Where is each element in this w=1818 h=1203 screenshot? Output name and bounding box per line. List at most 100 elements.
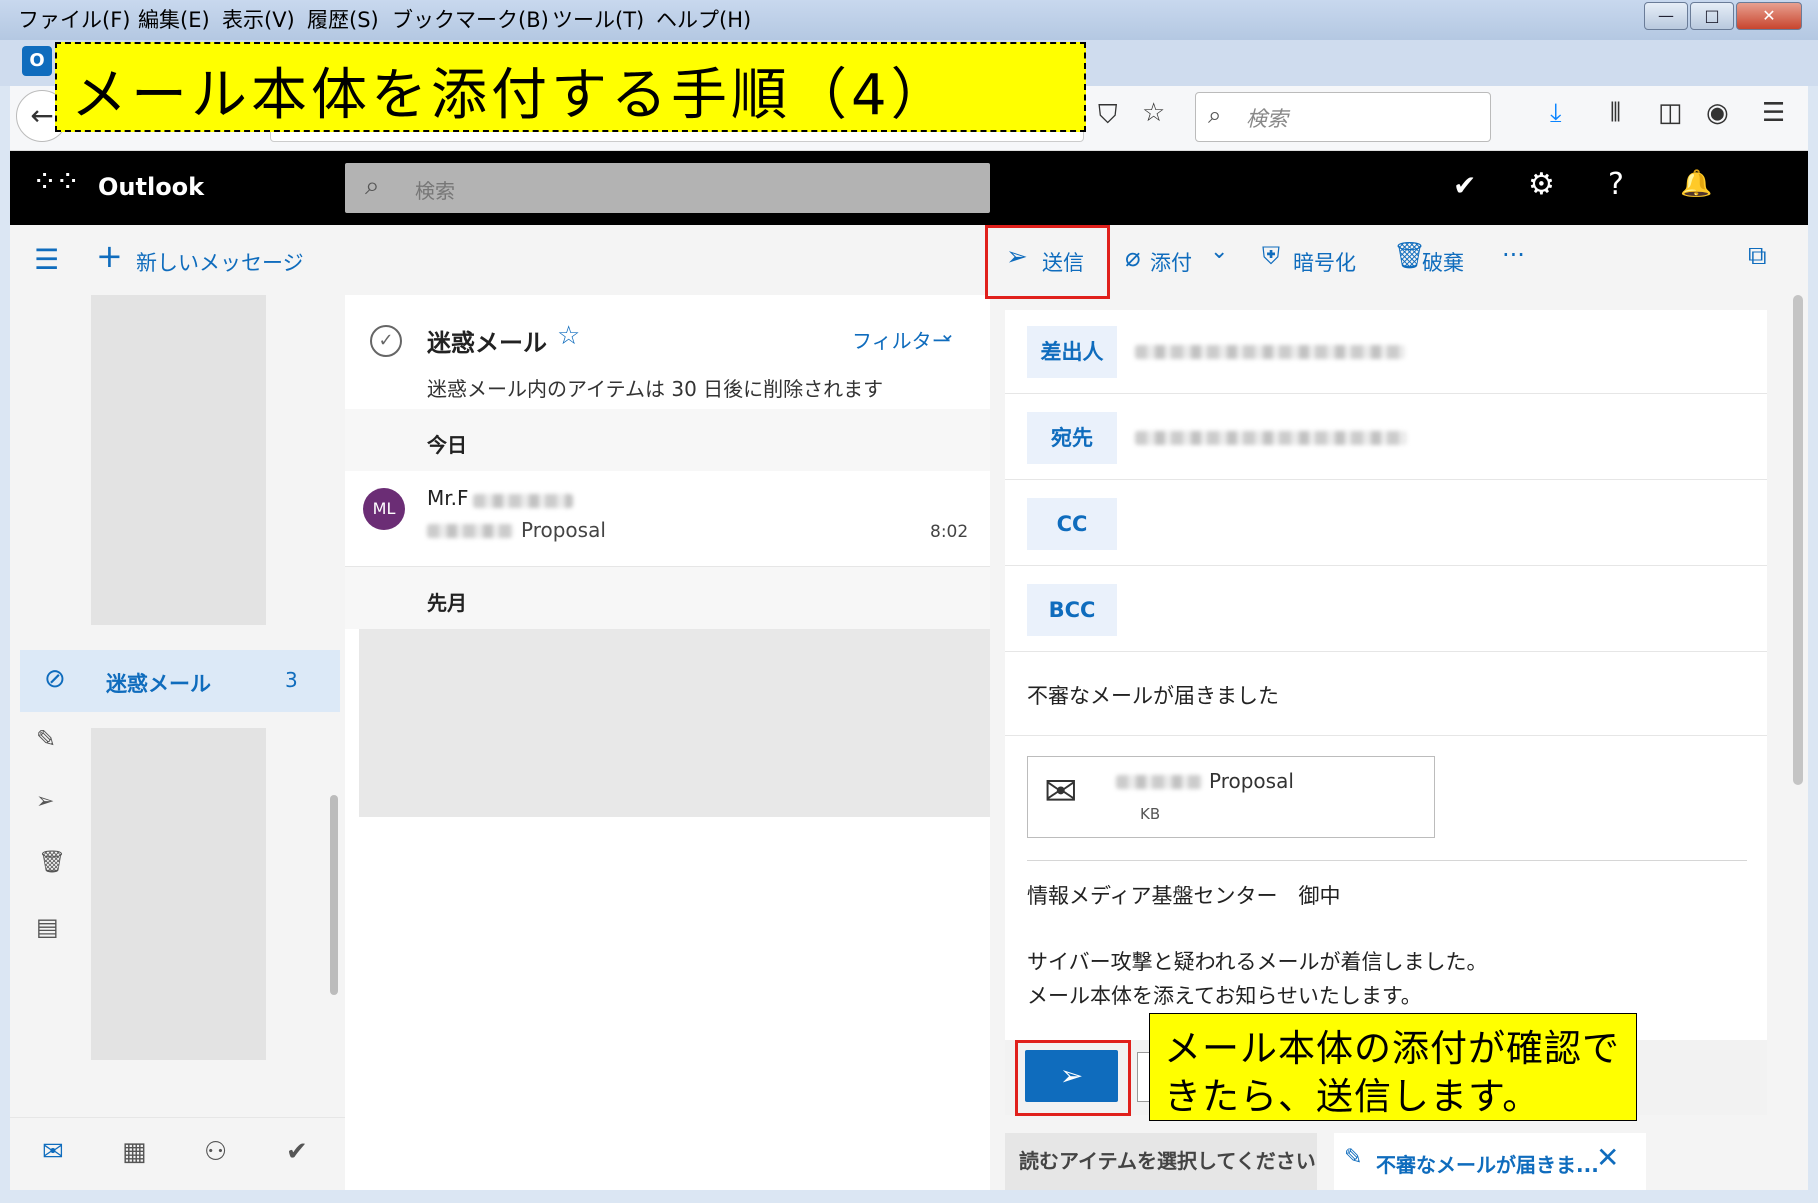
maximize-icon[interactable]: □ <box>1690 2 1734 30</box>
new-message-button[interactable]: 新しいメッセージ <box>136 247 304 277</box>
todo-icon[interactable]: ✔ <box>286 1137 308 1167</box>
menu-bar: ファイル(F) 編集(E) 表示(V) 履歴(S) ブックマーク(B) ツール(… <box>0 0 1818 40</box>
divider <box>1005 479 1767 480</box>
encrypt-button[interactable]: 暗号化 <box>1293 247 1356 277</box>
archive-icon[interactable]: ▤ <box>36 913 59 941</box>
people-icon[interactable]: ⚇ <box>204 1137 227 1167</box>
window-controls: — □ ✕ <box>1644 2 1802 32</box>
paperclip-icon: ⌀ <box>1125 243 1141 273</box>
outlook-tab-icon[interactable]: O <box>22 46 52 76</box>
outlook-brand: Outlook <box>98 173 205 201</box>
filter-button[interactable]: フィルター <box>852 325 952 354</box>
callout-note-line2: きたら、送信します。 <box>1164 1075 1541 1118</box>
nav-toggle-icon[interactable]: ☰ <box>34 243 59 276</box>
drafts-pencil-icon[interactable]: ✎ <box>36 725 56 753</box>
attachment-name: Proposal <box>1209 769 1294 793</box>
deleted-trash-icon[interactable]: 🗑 <box>38 850 66 875</box>
bookmark-star-icon[interactable]: ☆ <box>1142 98 1165 128</box>
download-icon[interactable]: ⤓ <box>1550 98 1562 129</box>
discard-button[interactable]: 破棄 <box>1422 247 1464 277</box>
command-bar: ☰ + 新しいメッセージ ➢ 送信 ⌀ 添付 ⌄ ⛨ 暗号化 🗑 破棄 ··· … <box>10 225 1808 295</box>
messages-placeholder <box>359 629 991 817</box>
pocket-icon[interactable]: ⛉ <box>1098 100 1118 131</box>
redacted-to <box>1135 431 1407 445</box>
attachment-size: KB <box>1140 805 1161 823</box>
menu-history[interactable]: 履歴(S) <box>307 4 379 34</box>
close-icon[interactable]: ✕ <box>1736 2 1802 30</box>
outlook-search-box[interactable]: ⌕ 検索 <box>345 163 990 213</box>
mail-icon[interactable]: ✉ <box>42 1137 64 1167</box>
message-item[interactable]: ML Mr.F Proposal 8:02 <box>345 472 990 567</box>
calendar-icon[interactable]: ▦ <box>122 1137 147 1167</box>
menu-edit[interactable]: 編集(E) <box>138 4 210 34</box>
chevron-down-icon[interactable]: ⌄ <box>1210 239 1228 264</box>
message-time: 8:02 <box>930 522 969 542</box>
folder-junk-label: 迷惑メール <box>106 672 211 696</box>
sent-icon[interactable]: ➢ <box>36 789 54 814</box>
folder-placeholder-bottom <box>91 728 266 1060</box>
notification-bell-icon[interactable]: 🔔 <box>1680 169 1712 199</box>
nav-divider <box>10 1117 345 1118</box>
select-all-check-icon[interactable]: ✓ <box>370 325 402 357</box>
divider <box>1005 565 1767 566</box>
folder-junk-count: 3 <box>285 668 298 692</box>
block-icon: ⊘ <box>44 664 66 694</box>
bcc-button[interactable]: BCC <box>1027 584 1117 636</box>
message-subject: Proposal <box>521 518 606 542</box>
menu-tools[interactable]: ツール(T) <box>552 4 644 34</box>
browser-window: ファイル(F) 編集(E) 表示(V) 履歴(S) ブックマーク(B) ツール(… <box>0 0 1818 1203</box>
avatar: ML <box>363 488 405 530</box>
divider <box>1005 393 1767 394</box>
search-icon: ⌕ <box>1208 101 1222 129</box>
redacted-from <box>1135 345 1405 359</box>
folder-pane: ⊘ 迷惑メール 3 ✎ ➢ 🗑 ▤ ✉ ▦ ⚇ ✔ <box>10 295 345 1190</box>
subject-field[interactable]: 不審なメールが届きました <box>1027 680 1279 710</box>
todo-check-icon[interactable]: ✔ <box>1453 169 1476 202</box>
menu-file[interactable]: ファイル(F) <box>18 4 130 34</box>
hamburger-menu-icon[interactable]: ☰ <box>1762 98 1785 128</box>
more-options-button[interactable]: ··· <box>1502 241 1525 269</box>
junk-notice: 迷惑メール内のアイテムは 30 日後に削除されます <box>427 377 884 401</box>
to-button[interactable]: 宛先 <box>1027 412 1117 464</box>
redacted-sender <box>473 494 573 508</box>
attachment-card[interactable]: ✉ Proposal KB <box>1027 756 1435 838</box>
close-draft-icon[interactable]: ✕ <box>1596 1141 1619 1174</box>
search-placeholder: 検索 <box>1246 107 1288 131</box>
popout-icon[interactable]: ⧉ <box>1748 241 1767 272</box>
menu-view[interactable]: 表示(V) <box>222 4 295 34</box>
divider <box>1027 860 1747 861</box>
from-button[interactable]: 差出人 <box>1027 326 1117 378</box>
read-item-tab[interactable]: 読むアイテムを選択してください <box>1005 1133 1317 1190</box>
redacted-attachment <box>1116 775 1202 789</box>
folder-scrollbar[interactable] <box>330 795 338 995</box>
divider <box>1005 735 1767 736</box>
chevron-down-icon[interactable]: ⌄ <box>939 321 956 345</box>
account-icon[interactable]: ◉ <box>1706 98 1729 128</box>
attach-button[interactable]: 添付 <box>1150 247 1192 277</box>
help-icon[interactable]: ? <box>1608 167 1624 202</box>
send-button-highlight-box <box>1015 1040 1131 1116</box>
body-line-2: サイバー攻撃と疑われるメールが着信しました。 <box>1027 950 1488 974</box>
redacted-subject <box>427 524 513 538</box>
shield-lock-icon: ⛨ <box>1262 242 1280 270</box>
menu-help[interactable]: ヘルプ(H) <box>656 4 751 34</box>
menu-bookmarks[interactable]: ブックマーク(B) <box>392 4 549 34</box>
minimize-icon[interactable]: — <box>1644 2 1688 30</box>
instruction-callout: メール本体の添付が確認で きたら、送信します。 <box>1149 1013 1637 1121</box>
body-line-3: メール本体を添えてお知らせいたします。 <box>1027 984 1422 1008</box>
reading-scrollbar[interactable] <box>1793 295 1803 785</box>
library-icon[interactable]: ⫴ <box>1610 98 1621 129</box>
favorite-star-icon[interactable]: ☆ <box>557 321 580 351</box>
group-today-label: 今日 <box>427 433 467 457</box>
cc-button[interactable]: CC <box>1027 498 1117 550</box>
callout-title: メール本体を添付する手順（4） <box>71 63 951 128</box>
settings-gear-icon[interactable]: ⚙ <box>1528 167 1555 202</box>
folder-junk[interactable]: ⊘ 迷惑メール 3 <box>20 650 340 712</box>
browser-search-field[interactable]: ⌕ 検索 <box>1195 92 1491 142</box>
app-launcher-icon[interactable]: ⁘⁘ <box>32 165 80 200</box>
group-header-today: 今日 <box>345 409 990 471</box>
sidebar-icon[interactable]: ◫ <box>1658 98 1683 128</box>
body-line-1: 情報メディア基盤センター 御中 <box>1027 884 1341 908</box>
draft-tab[interactable]: ✎ 不審なメールが届きま... ✕ <box>1334 1133 1646 1190</box>
send-highlight-box <box>985 225 1110 299</box>
